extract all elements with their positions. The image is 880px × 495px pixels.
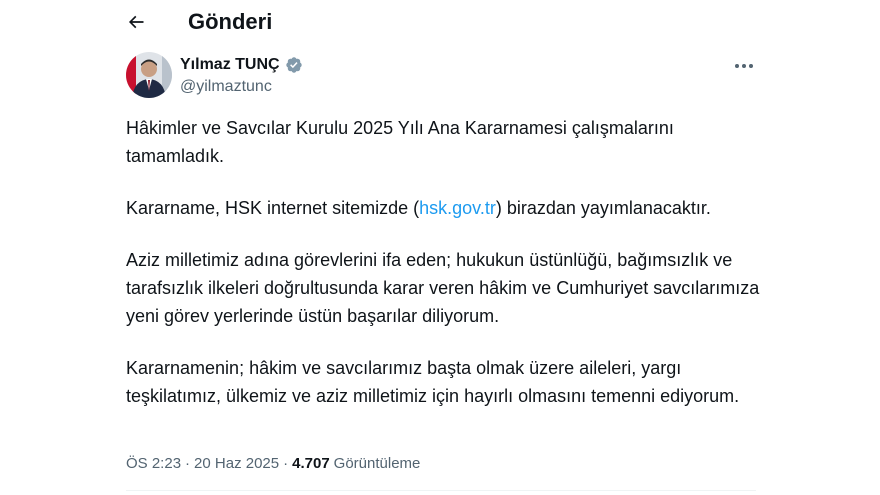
- tweet-time[interactable]: ÖS 2:23: [126, 454, 181, 474]
- author-display-name[interactable]: Yılmaz TUNÇ: [180, 56, 280, 74]
- tweet-meta: ÖS 2:23 · 20 Haz 2025 · 4.707 Görüntülem…: [126, 454, 420, 474]
- tweet-text-segment: Kararname, HSK internet sitemizde (: [126, 198, 420, 218]
- tweet-paragraph: Hâkimler ve Savcılar Kurulu 2025 Yılı An…: [126, 118, 674, 166]
- tweet-text-segment: ) birazdan yayımlanacaktır.: [495, 198, 711, 218]
- page-title: Gönderi: [188, 9, 273, 34]
- tweet-text: Hâkimler ve Savcılar Kurulu 2025 Yılı An…: [126, 114, 776, 410]
- back-button[interactable]: [118, 4, 154, 40]
- tweet-paragraph: Kararnamenin; hâkim ve savcılarımız başt…: [126, 358, 740, 406]
- page-header: Gönderi: [118, 4, 272, 40]
- name-row: Yılmaz TUNÇ: [180, 54, 303, 76]
- tweet-paragraph: Kararname, HSK internet sitemizde (hsk.g…: [126, 194, 776, 222]
- arrow-left-icon: [128, 15, 144, 29]
- hsk-link[interactable]: hsk.gov.tr: [419, 198, 496, 218]
- views-count: 4.707: [292, 455, 330, 472]
- tweet-paragraph: Aziz milletimiz adına görevlerini ifa ed…: [126, 250, 760, 326]
- meta-separator: ·: [185, 455, 191, 472]
- views-label: Görüntüleme: [333, 455, 421, 472]
- author-info: Yılmaz TUNÇ @yilmaztunc: [180, 54, 303, 98]
- avatar[interactable]: [126, 52, 172, 98]
- more-options-button[interactable]: [730, 56, 758, 76]
- verified-badge-icon[interactable]: [285, 56, 303, 74]
- tweet-date[interactable]: 20 Haz 2025: [194, 454, 279, 474]
- tweet-author: Yılmaz TUNÇ @yilmaztunc: [126, 52, 303, 98]
- meta-separator: ·: [283, 455, 289, 472]
- author-handle[interactable]: @yilmaztunc: [180, 76, 303, 98]
- divider: [126, 490, 756, 491]
- more-horizontal-icon: [735, 64, 753, 68]
- tweet-page: Gönderi Yılmaz TUNÇ @yilmaztunc Hâkimler…: [0, 0, 880, 495]
- avatar-image: [126, 52, 172, 98]
